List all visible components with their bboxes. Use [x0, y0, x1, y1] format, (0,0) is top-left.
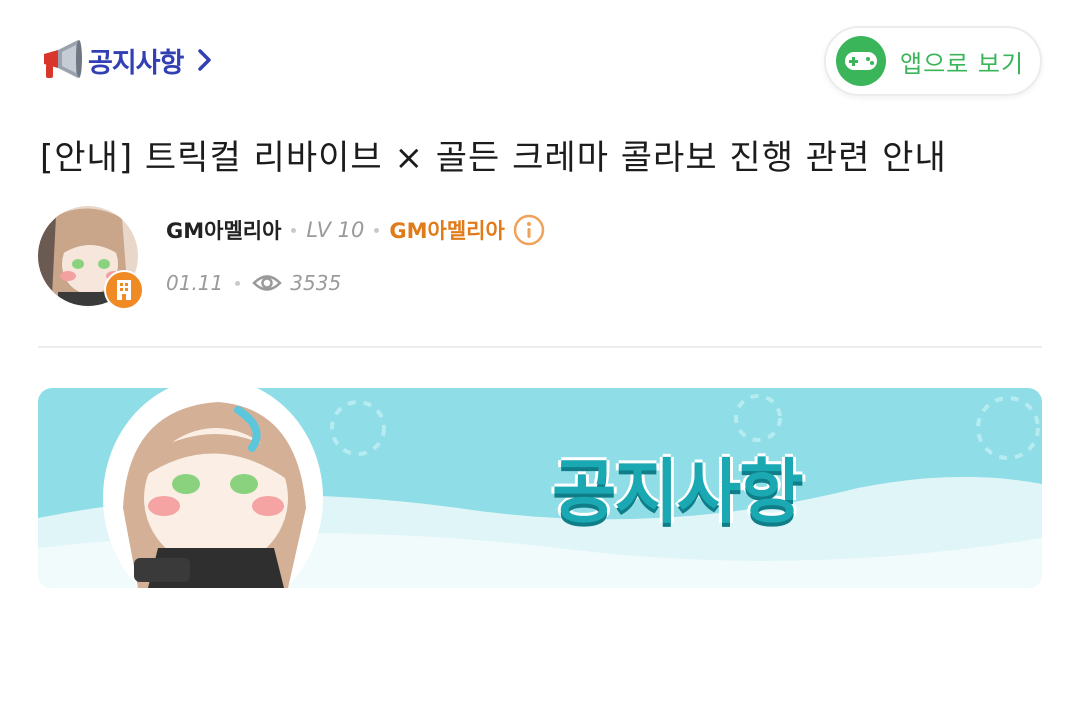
separator-dot: [235, 280, 241, 286]
banner-title: 공지사항: [552, 451, 804, 533]
eye-icon: [252, 275, 283, 291]
chevron-right-icon: [198, 49, 212, 71]
post-stats: 01.11 3535: [166, 266, 341, 300]
notice-banner: 공지사항: [38, 388, 1042, 588]
separator-dot: [374, 227, 380, 233]
post-title: [안내] 트릭컬 리바이브 × 골든 크레마 콜라보 진행 관련 안내: [40, 138, 947, 178]
banner-background: [38, 388, 1042, 588]
author-avatar[interactable]: [38, 206, 144, 310]
staff-badge-icon: [104, 270, 144, 310]
gamepad-icon: [836, 36, 886, 86]
author-nickname: GM아멜리아: [389, 219, 505, 243]
divider: [38, 346, 1042, 348]
open-in-app-button[interactable]: 앱으로 보기: [824, 26, 1042, 96]
open-in-app-label: 앱으로 보기: [900, 49, 1025, 78]
info-icon[interactable]: [513, 214, 545, 246]
view-count: 3535: [290, 271, 342, 295]
post-date: 01.11: [166, 271, 224, 295]
board-link[interactable]: 공지사항: [38, 36, 215, 84]
megaphone-icon: [44, 40, 82, 78]
character-illustration: [103, 388, 323, 588]
author-name[interactable]: GM아멜리아: [166, 215, 281, 245]
author-meta: GM아멜리아 LV 10 GM아멜리아: [166, 212, 545, 248]
author-level: LV 10: [306, 218, 365, 242]
separator-dot: [291, 227, 297, 233]
board-label: 공지사항: [88, 47, 184, 79]
